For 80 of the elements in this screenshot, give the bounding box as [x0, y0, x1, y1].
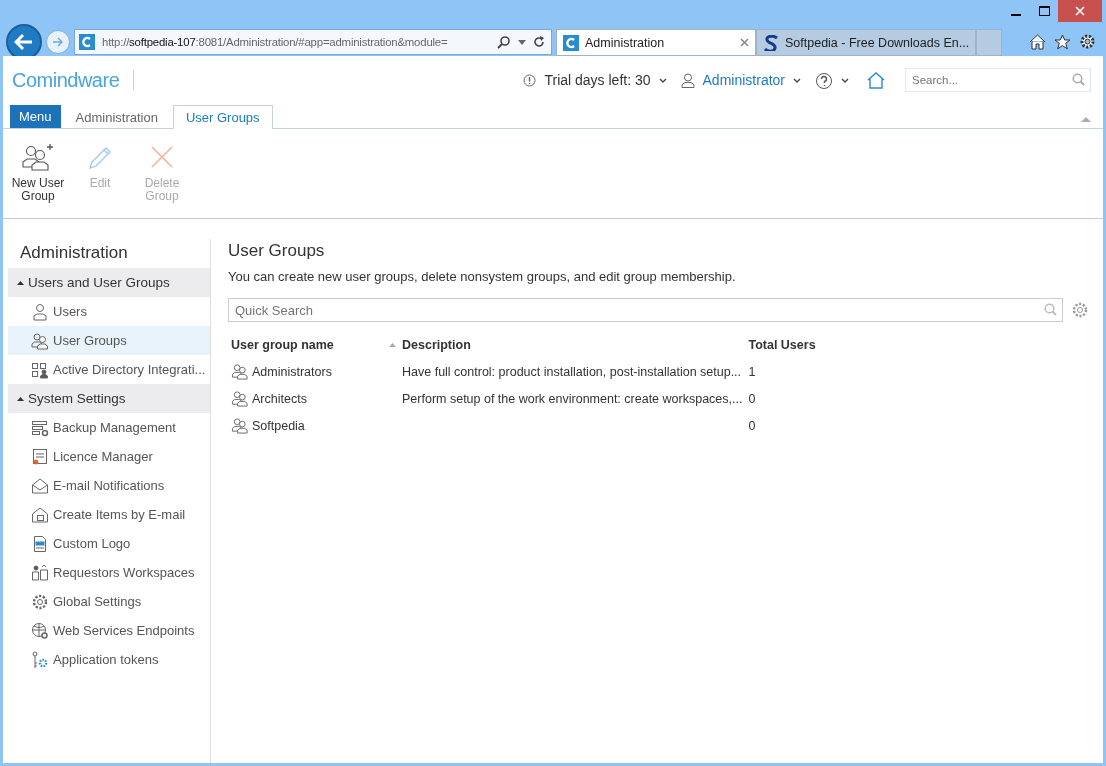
sidebar-item[interactable]: Create Items by E-mail [8, 500, 210, 529]
group-name-cell[interactable]: Administrators [252, 364, 332, 379]
close-icon [1075, 6, 1085, 16]
logo-icon [31, 534, 49, 553]
back-arrow-icon [14, 33, 34, 51]
gear-icon [31, 592, 49, 611]
sidebar-item[interactable]: Application tokens [8, 645, 210, 674]
menu-button[interactable]: Menu [10, 105, 61, 128]
info-icon [523, 73, 537, 87]
site-icon [79, 34, 95, 50]
group-icon [31, 331, 49, 350]
url-text: http://softpedia-107:8081/Administration/#app=administration&module= [102, 36, 449, 48]
address-bar[interactable]: http://softpedia-107:8081/Administration/#app=administration&module= [74, 29, 552, 55]
user-icon [680, 72, 695, 88]
description-cell: Perform setup of the work environment: create workspaces,... [402, 391, 743, 406]
workspace-icon [31, 563, 49, 582]
backup-icon [31, 418, 49, 437]
collapse-icon [17, 396, 24, 401]
sidebar-item[interactable]: Requestors Workspaces [8, 558, 210, 587]
sidebar-section[interactable]: System Settings [8, 384, 210, 413]
sidebar-item[interactable]: Users [8, 297, 210, 326]
sidebar-item[interactable]: Custom Logo [8, 529, 210, 558]
column-header[interactable]: Total Users [748, 338, 816, 352]
chevron-icon[interactable] [841, 77, 849, 83]
search-field[interactable]: Search... [905, 68, 1091, 92]
settings-icon[interactable] [1079, 33, 1096, 50]
sidebar-item[interactable]: Global Settings [8, 587, 210, 616]
user-icon [31, 302, 49, 321]
trial-days-text: Trial days left: 30 [544, 72, 651, 88]
group-icon [231, 417, 249, 434]
sidebar-item[interactable]: Web Services Endpoints [8, 616, 210, 645]
directory-icon [31, 360, 49, 379]
sidebar-title: Administration [19, 242, 129, 264]
chevron-icon[interactable] [793, 77, 801, 83]
app-tab[interactable]: User Groups [172, 105, 273, 129]
user-menu[interactable]: Administrator [702, 72, 785, 88]
page-description: You can create new user groups, delete nonsystem groups, and edit group membership. [228, 269, 737, 284]
description-cell: Have full control: product installation, post-installation setup... [402, 364, 742, 379]
search-icon[interactable] [497, 35, 511, 49]
total-users-cell: 0 [748, 391, 756, 406]
group-icon [231, 390, 249, 407]
chevron-icon[interactable] [658, 77, 667, 83]
group-name-cell[interactable]: Architects [252, 391, 307, 406]
page-title: User Groups [228, 241, 326, 261]
close-tab-icon[interactable] [740, 38, 749, 47]
group-icon [231, 363, 249, 380]
site-icon [763, 34, 779, 51]
column-header[interactable]: User group name [231, 338, 334, 352]
browser-tab[interactable]: Administration [556, 29, 756, 56]
total-users-cell: 0 [748, 418, 756, 433]
sidebar-item[interactable]: User Groups [8, 326, 210, 355]
sidebar-item[interactable]: Active Directory Integrati... [8, 355, 210, 384]
mailbox-icon [31, 505, 49, 524]
app-tab[interactable]: Administration [62, 105, 171, 129]
minimize-icon [1011, 13, 1021, 16]
caret-icon[interactable] [518, 39, 526, 45]
token-icon [31, 650, 49, 669]
sidebar-item[interactable]: Backup Management [8, 413, 210, 442]
mail-icon [31, 476, 49, 495]
column-header[interactable]: Description [402, 338, 471, 352]
home-icon[interactable] [867, 71, 885, 89]
add-group-icon [21, 143, 55, 171]
total-users-cell: 1 [748, 364, 756, 379]
toolbar-button[interactable]: New User Group [10, 143, 66, 218]
forward-arrow-icon [52, 37, 64, 47]
sidebar-item[interactable]: Licence Manager [8, 442, 210, 471]
sidebar-section[interactable]: Users and User Groups [8, 268, 210, 297]
globe-icon [31, 621, 49, 640]
star-icon[interactable] [1054, 34, 1071, 50]
refresh-icon[interactable] [533, 36, 545, 48]
sidebar-item[interactable]: E-mail Notifications [8, 471, 210, 500]
licence-icon [31, 447, 49, 466]
browser-tab[interactable]: Softpedia - Free Downloads En... [756, 29, 977, 56]
home-icon[interactable] [1029, 34, 1046, 50]
collapse-icon [17, 280, 24, 285]
site-icon [563, 34, 579, 51]
quick-search-field[interactable]: Quick Search [228, 298, 1063, 322]
maximize-icon [1038, 6, 1050, 16]
help-icon[interactable] [815, 71, 833, 89]
group-name-cell[interactable]: Softpedia [252, 418, 305, 433]
